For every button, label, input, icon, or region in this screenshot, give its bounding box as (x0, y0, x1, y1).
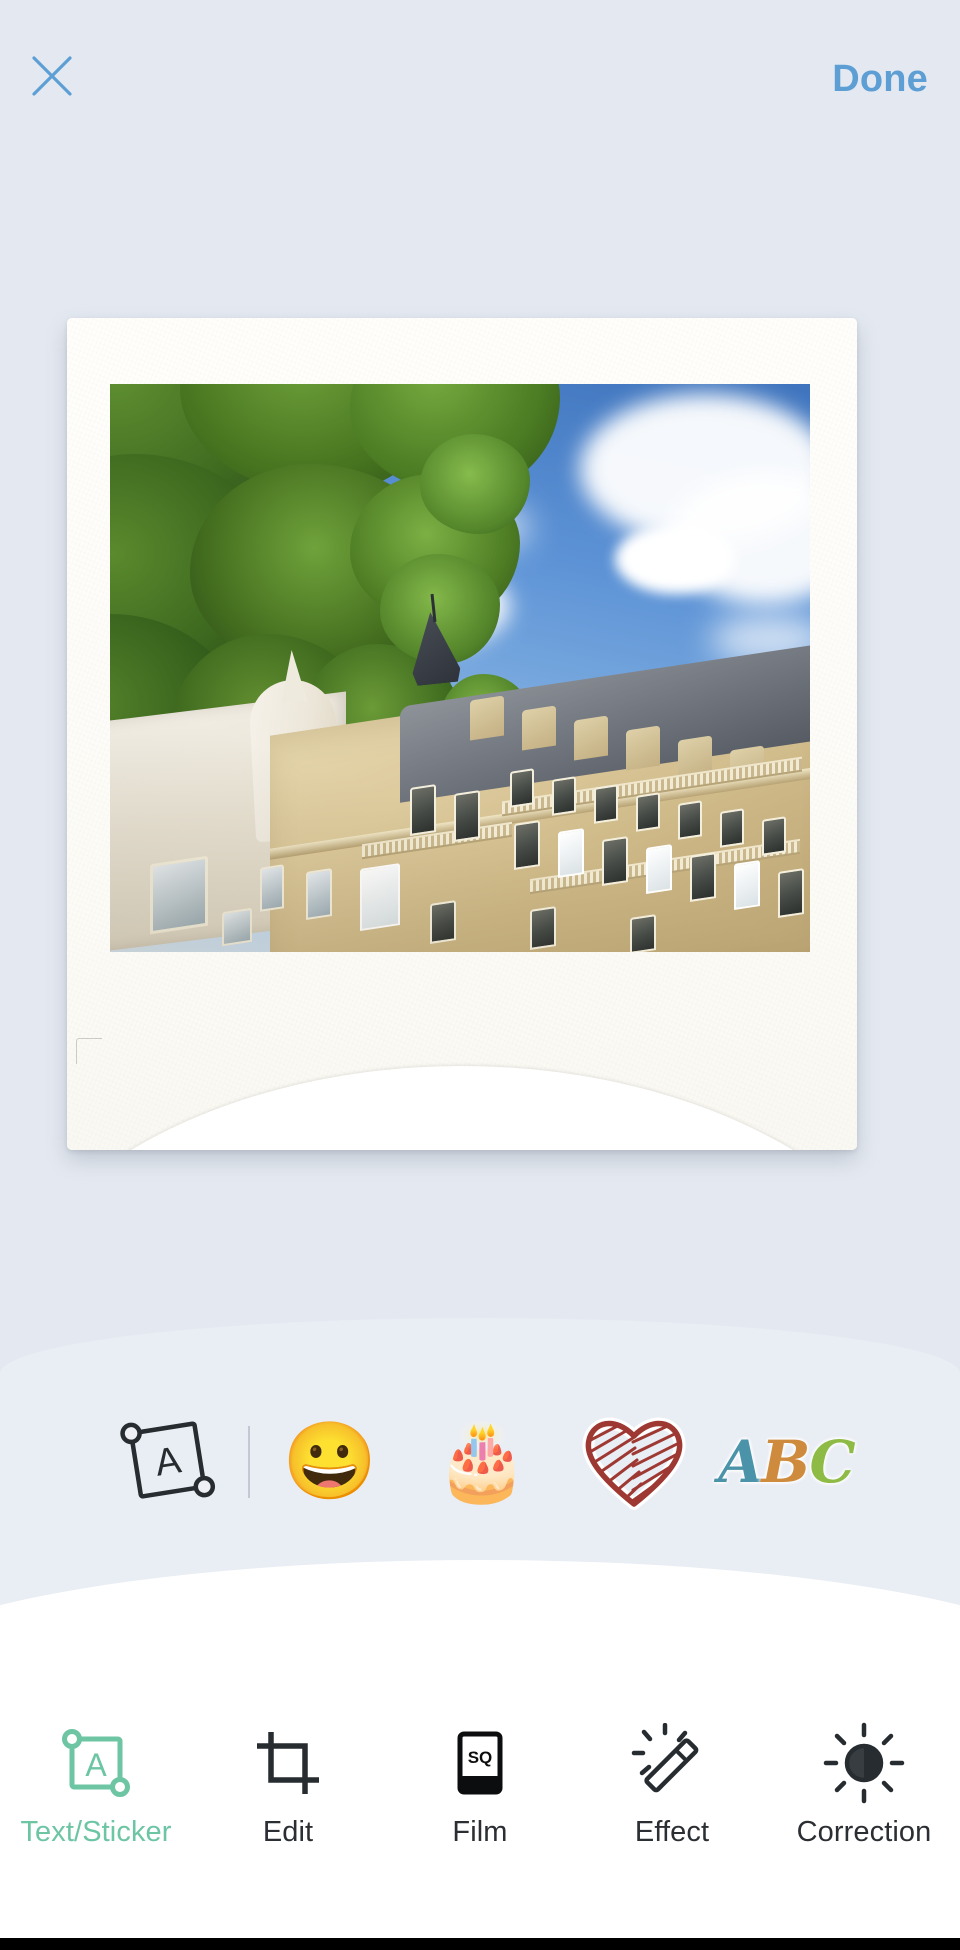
sticker-item-abc[interactable]: ABC (710, 1392, 862, 1532)
crop-icon-wrap (249, 1720, 327, 1806)
svg-text:A: A (152, 1439, 184, 1485)
tool-label-text-sticker: Text/Sticker (20, 1816, 172, 1848)
tool-label-film: Film (452, 1816, 508, 1848)
grinning-face-icon: 😀 (282, 1419, 378, 1504)
tool-label-edit: Edit (262, 1816, 314, 1848)
sticker-tray-divider (248, 1426, 250, 1498)
svg-text:A: A (85, 1747, 107, 1783)
sticker-item-birthday-cake[interactable]: 🎂 (406, 1392, 558, 1532)
home-indicator-bar (0, 1938, 960, 1950)
done-button[interactable]: Done (822, 52, 938, 107)
bottom-toolbar-wrapper: A Text/Sticker Edit SQ Film Effect Corre… (0, 1560, 960, 1950)
top-bar: Done (0, 0, 960, 150)
text-box-handles-icon: A (120, 1421, 216, 1499)
brightness-contrast-icon (823, 1722, 905, 1804)
text-sticker-icon: A (62, 1729, 130, 1797)
magic-wand-icon (631, 1723, 699, 1793)
polaroid-bottom-curve (67, 1066, 857, 1150)
bottom-toolbar[interactable]: A Text/Sticker Edit SQ Film Effect Corre… (0, 1720, 960, 1890)
turret-tip (279, 649, 308, 702)
cloud (615, 524, 735, 594)
abc-letter-a: A (718, 1428, 763, 1496)
tool-effect[interactable]: Effect (583, 1720, 761, 1849)
magic-wand-icon-wrap (631, 1720, 713, 1806)
close-button[interactable] (22, 46, 82, 106)
photo-image[interactable] (110, 384, 810, 952)
polaroid-frame[interactable] (67, 318, 857, 1150)
sticker-tray[interactable]: A 😀 🎂 ABC (0, 1392, 960, 1532)
tool-film[interactable]: SQ Film (391, 1720, 569, 1849)
tool-edit[interactable]: Edit (199, 1720, 377, 1849)
film-icon-wrap: SQ (441, 1720, 519, 1806)
birthday-cake-icon: 🎂 (434, 1419, 530, 1504)
abc-letter-b: B (761, 1428, 811, 1496)
tool-correction[interactable]: Correction (775, 1720, 953, 1849)
sticker-item-text-box[interactable]: A (92, 1392, 244, 1532)
sticker-item-grinning-face[interactable]: 😀 (254, 1392, 406, 1532)
crop-icon (257, 1732, 319, 1794)
brightness-contrast-icon-wrap (822, 1720, 906, 1806)
abc-lettering-icon: ABC (718, 1428, 855, 1496)
tool-text-sticker[interactable]: A Text/Sticker (7, 1720, 185, 1849)
abc-letter-c: C (809, 1428, 855, 1496)
film-icon-label: SQ (468, 1748, 493, 1767)
tool-label-correction: Correction (796, 1816, 932, 1848)
sticker-item-heart[interactable] (558, 1392, 710, 1532)
sketch-heart-icon (582, 1417, 686, 1510)
close-x-icon (32, 56, 72, 96)
polaroid-corner-notch (76, 1038, 102, 1064)
film-sq-icon: SQ (457, 1731, 503, 1795)
text-sticker-icon-wrap: A (57, 1720, 135, 1806)
tool-label-effect: Effect (634, 1816, 710, 1848)
building (110, 593, 810, 952)
editor-canvas[interactable] (0, 0, 960, 1348)
